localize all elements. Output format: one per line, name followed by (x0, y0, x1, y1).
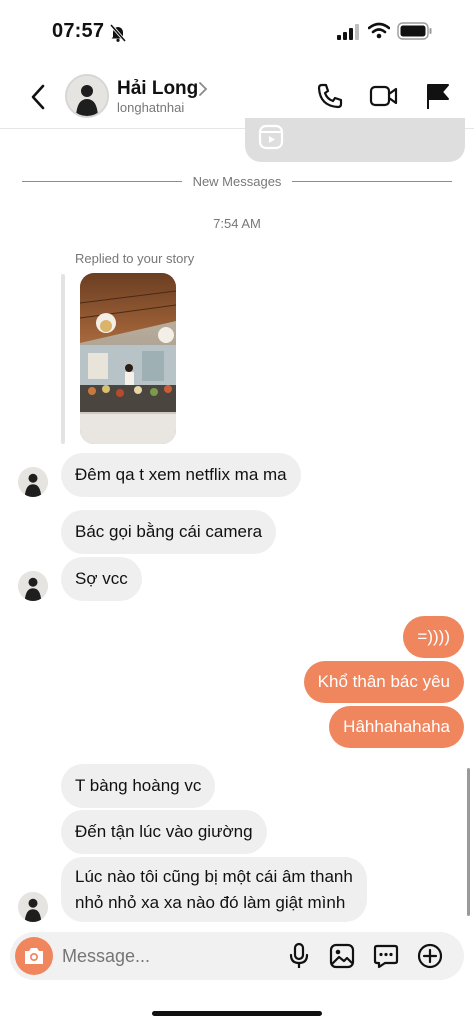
new-messages-label: New Messages (192, 174, 282, 189)
back-icon[interactable] (30, 84, 46, 110)
story-reply-label: Replied to your story (75, 251, 195, 266)
message-timestamp: 7:54 AM (213, 216, 261, 231)
sender-avatar[interactable] (18, 892, 48, 922)
message-input[interactable] (62, 942, 262, 970)
incoming-message-long[interactable]: Lúc nào tôi cũng bị một cái âm thanh nhỏ… (61, 857, 367, 922)
add-icon[interactable] (417, 943, 443, 969)
person-avatar-icon (67, 76, 107, 116)
story-thumbnail[interactable] (80, 273, 176, 444)
sender-avatar[interactable] (18, 571, 48, 601)
shared-reel-preview[interactable] (245, 118, 465, 162)
contact-name[interactable]: Hải Long (117, 78, 198, 100)
outgoing-message[interactable]: =)))) (403, 616, 464, 658)
outgoing-message[interactable]: Khổ thân bác yêu (303, 661, 464, 703)
story-photo (80, 273, 176, 444)
phone-call-icon[interactable] (316, 82, 344, 110)
microphone-icon[interactable] (288, 942, 310, 970)
scrollbar[interactable] (467, 768, 470, 916)
header-avatar[interactable] (65, 74, 109, 118)
reels-icon (258, 124, 284, 150)
camera-button[interactable] (15, 937, 53, 975)
sticker-chat-icon[interactable] (373, 943, 399, 969)
incoming-message[interactable]: Đêm qa t xem netflix ma ma (61, 453, 301, 497)
chevron-right-icon[interactable] (198, 82, 208, 96)
incoming-message[interactable]: T bàng hoàng vc (61, 764, 216, 808)
status-time: 07:57 (52, 20, 105, 42)
reply-quote-bar (61, 274, 65, 444)
incoming-message[interactable]: Bác gọi bằng cái camera (61, 510, 277, 554)
gallery-icon[interactable] (329, 943, 355, 969)
silent-bell-icon (110, 24, 126, 42)
signal-icon (337, 24, 359, 40)
incoming-message[interactable]: Sợ vcc (61, 557, 142, 601)
flag-icon[interactable] (425, 82, 451, 110)
person-avatar-icon (18, 467, 48, 497)
message-line: Lúc nào tôi cũng bị một cái âm thanh (75, 867, 353, 886)
home-indicator[interactable] (152, 1011, 322, 1016)
outgoing-message[interactable]: Hâhhahahaha (329, 706, 464, 748)
battery-icon (397, 22, 432, 40)
person-avatar-icon (18, 571, 48, 601)
wifi-icon (368, 22, 390, 39)
message-line: nhỏ nhỏ xa xa nào đó làm giật mình (75, 893, 346, 912)
camera-icon (25, 948, 43, 964)
person-avatar-icon (18, 892, 48, 922)
sender-avatar[interactable] (18, 467, 48, 497)
contact-username: longhatnhai (117, 100, 185, 115)
incoming-message[interactable]: Đến tận lúc vào giường (61, 810, 267, 854)
video-call-icon[interactable] (369, 84, 399, 108)
